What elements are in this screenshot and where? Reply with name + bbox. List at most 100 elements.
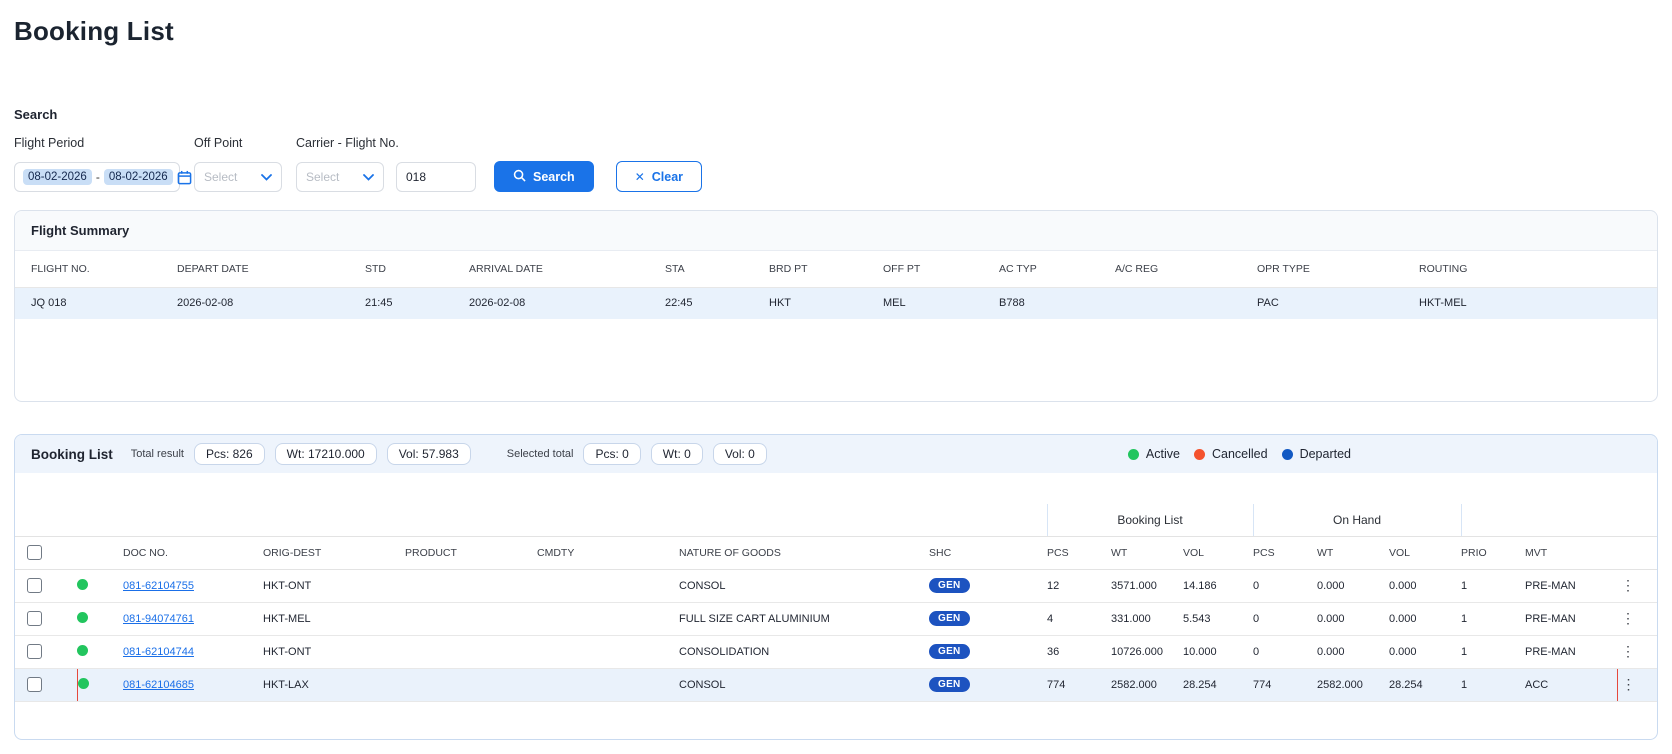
table-row: 081-62104744HKT-ONTCONSOLIDATIONGEN36107…	[15, 635, 1657, 668]
fs-cell: PAC	[1257, 287, 1419, 319]
bl-column-header: VOL	[1183, 536, 1253, 569]
oh_wt-cell: 0.000	[1317, 569, 1389, 602]
status-legend: Active Cancelled Departed	[1128, 447, 1351, 461]
status-dot-active	[77, 612, 88, 623]
booking-table: Booking List On Hand DOC NO.ORIG-DESTPRO…	[15, 504, 1657, 702]
status-dot-active	[78, 678, 89, 689]
carrier-placeholder: Select	[306, 170, 339, 184]
oh_vol-cell: 0.000	[1389, 602, 1461, 635]
cmdty-cell	[537, 668, 679, 701]
flight-period-label: Flight Period	[14, 136, 180, 150]
legend-departed: Departed	[1282, 447, 1351, 461]
product-cell	[405, 635, 537, 668]
bk_vol-cell: 28.254	[1183, 668, 1253, 701]
booking-list-panel: Booking List Total result Pcs: 826 Wt: 1…	[14, 434, 1658, 740]
oh_pcs-cell: 0	[1253, 635, 1317, 668]
oh_pcs-cell: 0	[1253, 569, 1317, 602]
doc-no-link[interactable]: 081-62104744	[123, 646, 194, 658]
fs-column-header: OFF PT	[883, 251, 999, 287]
bl-column-header: WT	[1317, 536, 1389, 569]
doc-no-link[interactable]: 081-62104755	[123, 580, 194, 592]
bk_pcs-cell: 12	[1047, 569, 1111, 602]
total-vol-badge: Vol: 57.983	[387, 443, 471, 465]
fs-column-header: STA	[665, 251, 769, 287]
bl-column-header: DOC NO.	[123, 536, 263, 569]
legend-dot-cancelled	[1194, 449, 1205, 460]
bl-column-header: CMDTY	[537, 536, 679, 569]
bl-column-header: PRIO	[1461, 536, 1525, 569]
legend-active: Active	[1128, 447, 1180, 461]
product-cell	[405, 602, 537, 635]
off-point-placeholder: Select	[204, 170, 237, 184]
mvt-cell: PRE-MAN	[1525, 569, 1617, 602]
search-section-label: Search	[14, 107, 1658, 122]
shc-badge: GEN	[929, 644, 970, 659]
table-row: 081-62104685HKT-LAXCONSOLGEN7742582.0002…	[15, 668, 1657, 701]
row-checkbox[interactable]	[27, 578, 42, 593]
carrier-flight-label: Carrier - Flight No.	[296, 136, 476, 150]
oh_wt-cell: 2582.000	[1317, 668, 1389, 701]
oh_pcs-cell: 774	[1253, 668, 1317, 701]
bk_pcs-cell: 36	[1047, 635, 1111, 668]
row-checkbox[interactable]	[27, 677, 42, 692]
legend-dot-active	[1128, 449, 1139, 460]
doc-no-link[interactable]: 081-62104685	[123, 679, 194, 691]
row-checkbox[interactable]	[27, 611, 42, 626]
flight-summary-panel: Flight Summary FLIGHT NO.DEPART DATESTDA…	[14, 210, 1658, 402]
search-button[interactable]: Search	[494, 161, 594, 192]
flight-summary-row[interactable]: JQ 0182026-02-0821:452026-02-0822:45HKTM…	[15, 287, 1657, 319]
date-to-chip[interactable]: 08-02-2026	[104, 169, 173, 185]
date-separator: -	[96, 170, 100, 184]
selected-total-label: Selected total	[507, 448, 574, 460]
orig-dest-cell: HKT-ONT	[263, 635, 405, 668]
bk_wt-cell: 331.000	[1111, 602, 1183, 635]
bl-column-header: WT	[1111, 536, 1183, 569]
fs-cell: 22:45	[665, 287, 769, 319]
flight-no-input[interactable]	[396, 162, 476, 192]
fs-cell: HKT	[769, 287, 883, 319]
row-checkbox[interactable]	[27, 644, 42, 659]
bk_pcs-cell: 774	[1047, 668, 1111, 701]
cmdty-cell	[537, 569, 679, 602]
bl-column-header: PCS	[1253, 536, 1317, 569]
fs-cell	[1115, 287, 1257, 319]
calendar-icon[interactable]	[177, 170, 192, 185]
carrier-select[interactable]: Select	[296, 162, 384, 192]
bl-column-header: PCS	[1047, 536, 1111, 569]
legend-dot-departed	[1282, 449, 1293, 460]
off-point-select[interactable]: Select	[194, 162, 282, 192]
total-result-label: Total result	[131, 448, 184, 460]
bk_vol-cell: 14.186	[1183, 569, 1253, 602]
prio-cell: 1	[1461, 569, 1525, 602]
row-menu-kebab[interactable]: ⋮	[1618, 676, 1640, 692]
fs-cell: B788	[999, 287, 1115, 319]
mvt-cell: PRE-MAN	[1525, 635, 1617, 668]
chevron-down-icon	[363, 170, 374, 184]
doc-no-link[interactable]: 081-94074761	[123, 613, 194, 625]
search-filters: Flight Period 08-02-2026 - 08-02-2026 Of…	[14, 136, 1658, 192]
selected-pcs-badge: Pcs: 0	[583, 443, 640, 465]
status-dot-active	[77, 579, 88, 590]
carrier-flight-field: Carrier - Flight No. Select	[296, 136, 476, 192]
row-menu-kebab[interactable]: ⋮	[1617, 643, 1639, 659]
selected-vol-badge: Vol: 0	[713, 443, 767, 465]
fs-column-header: STD	[365, 251, 469, 287]
clear-button[interactable]: ✕ Clear	[616, 161, 702, 192]
flight-period-field: Flight Period 08-02-2026 - 08-02-2026	[14, 136, 180, 192]
bl-column-header: MVT	[1525, 536, 1617, 569]
bk_wt-cell: 3571.000	[1111, 569, 1183, 602]
legend-label: Cancelled	[1212, 447, 1268, 461]
nature-of-goods-cell: CONSOL	[679, 569, 929, 602]
select-all-checkbox[interactable]	[27, 545, 42, 560]
bk_wt-cell: 10726.000	[1111, 635, 1183, 668]
date-from-chip[interactable]: 08-02-2026	[23, 169, 92, 185]
oh_vol-cell: 0.000	[1389, 569, 1461, 602]
flight-period-input[interactable]: 08-02-2026 - 08-02-2026	[14, 162, 180, 192]
booking-list-header: Booking List Total result Pcs: 826 Wt: 1…	[15, 435, 1657, 473]
chevron-down-icon	[261, 170, 272, 184]
row-menu-kebab[interactable]: ⋮	[1617, 577, 1639, 593]
fs-cell: HKT-MEL	[1419, 287, 1657, 319]
row-menu-kebab[interactable]: ⋮	[1617, 610, 1639, 626]
shc-badge: GEN	[929, 578, 970, 593]
fs-column-header: ROUTING	[1419, 251, 1657, 287]
